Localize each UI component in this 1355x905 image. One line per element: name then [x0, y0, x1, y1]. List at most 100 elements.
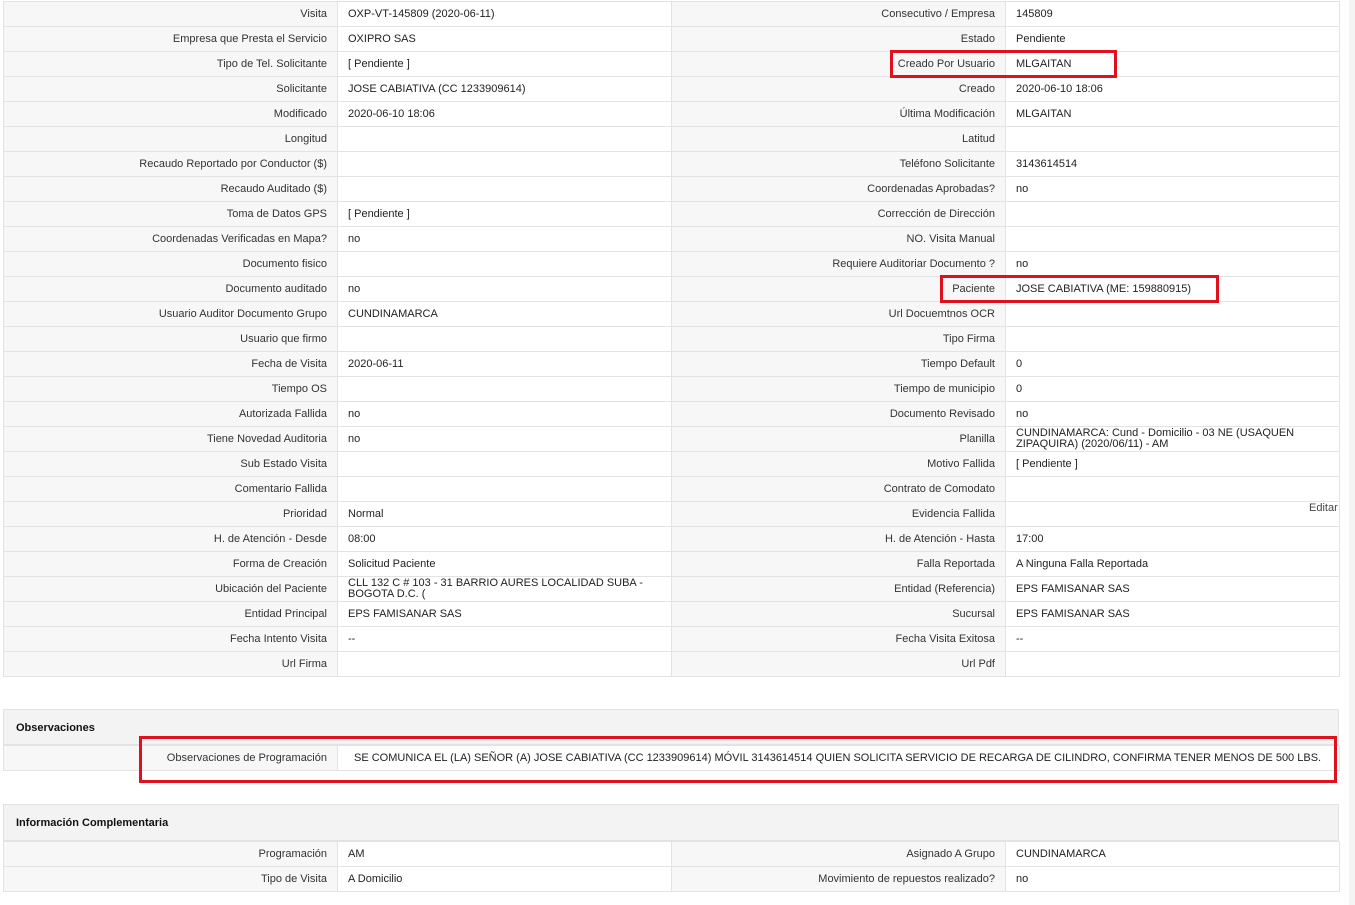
consecutivo-empresa-value: 145809	[1005, 1, 1340, 27]
h-de-atencion-desde-value: 08:00	[337, 526, 672, 552]
latitud-value	[1005, 126, 1340, 152]
table-row: Recaudo Reportado por Conductor ($) Teléf…	[3, 151, 1340, 177]
h-de-atencion-hasta-value: 17:00	[1005, 526, 1340, 552]
url-pdf-label: Url Pdf	[671, 651, 1006, 677]
documento-fisico-label: Documento fisico	[3, 251, 338, 277]
paciente-label: Paciente	[671, 276, 1006, 302]
contrato-de-comodato-label: Contrato de Comodato	[671, 476, 1006, 502]
table-row: Prioridad Normal Evidencia Fallida	[3, 501, 1340, 527]
table-row: Usuario Auditor Documento Grupo CUNDINAMA…	[3, 301, 1340, 327]
latitud-label: Latitud	[671, 126, 1006, 152]
entidad-principal-label: Entidad Principal	[3, 601, 338, 627]
table-row: Fecha Intento Visita -- Fecha Visita Exit…	[3, 626, 1340, 652]
info-complementaria-title: Información Complementaria	[16, 817, 169, 829]
table-row: Sub Estado Visita Motivo Fallida[ Pendien…	[3, 451, 1340, 477]
motivo-fallida-value: [ Pendiente ]	[1005, 451, 1340, 477]
creado-por-usuario-label: Creado Por Usuario	[671, 51, 1006, 77]
planilla-value: CUNDINAMARCA: Cund - Domicilio - 03 NE (…	[1005, 426, 1340, 452]
table-row: Usuario que firmo Tipo Firma	[3, 326, 1340, 352]
observaciones-table: Observaciones de Programación SE COMUNIC…	[3, 745, 1340, 771]
tiene-novedad-auditoria-label: Tiene Novedad Auditoria	[3, 426, 338, 452]
modificado-value: 2020-06-10 18:06	[337, 101, 672, 127]
comentario-fallida-label: Comentario Fallida	[3, 476, 338, 502]
url-firma-label: Url Firma	[3, 651, 338, 677]
requiere-auditoriar-documento-label: Requiere Auditoriar Documento ?	[671, 251, 1006, 277]
info-complementaria-header: Información Complementaria	[3, 804, 1339, 841]
falla-reportada-label: Falla Reportada	[671, 551, 1006, 577]
url-pdf-value	[1005, 651, 1340, 677]
no-visita-manual-label: NO. Visita Manual	[671, 226, 1006, 252]
table-row: Coordenadas Verificadas en Mapa? no NO. V…	[3, 226, 1340, 252]
edit-link[interactable]: Editar	[1309, 502, 1338, 514]
entidad-referencia-value: EPS FAMISANAR SAS	[1005, 576, 1340, 602]
tiempo-de-municipio-label: Tiempo de municipio	[671, 376, 1006, 402]
observaciones-programacion-label: Observaciones de Programación	[3, 745, 338, 771]
prioridad-label: Prioridad	[3, 501, 338, 527]
recaudo-reportado-por-conductor-value	[337, 151, 672, 177]
table-row: Documento fisico Requiere Auditoriar Docu…	[3, 251, 1340, 277]
programacion-label: Programación	[3, 841, 338, 867]
tiempo-default-label: Tiempo Default	[671, 351, 1006, 377]
tiene-novedad-auditoria-value: no	[337, 426, 672, 452]
motivo-fallida-label: Motivo Fallida	[671, 451, 1006, 477]
sucursal-value: EPS FAMISANAR SAS	[1005, 601, 1340, 627]
table-row: Solicitante JOSE CABIATIVA (CC 1233909614…	[3, 76, 1340, 102]
evidencia-fallida-value	[1005, 501, 1340, 527]
coordenadas-verificadas-en-mapa-value: no	[337, 226, 672, 252]
tipo-de-visita-value: A Domicilio	[337, 866, 672, 892]
autorizada-fallida-label: Autorizada Fallida	[3, 401, 338, 427]
table-row: Forma de Creación Solicitud Paciente Falla…	[3, 551, 1340, 577]
tipo-de-visita-label: Tipo de Visita	[3, 866, 338, 892]
modificado-label: Modificado	[3, 101, 338, 127]
table-row: Documento auditado no Paciente JOSE CABIAT…	[3, 276, 1340, 302]
documento-auditado-label: Documento auditado	[3, 276, 338, 302]
consecutivo-empresa-label: Consecutivo / Empresa	[671, 1, 1006, 27]
table-row: Entidad Principal EPS FAMISANAR SAS Sucurs…	[3, 601, 1340, 627]
sucursal-label: Sucursal	[671, 601, 1006, 627]
scrollbar-track[interactable]	[1349, 0, 1355, 905]
asignado-a-grupo-value: CUNDINAMARCA	[1005, 841, 1340, 867]
fecha-de-visita-value: 2020-06-11	[337, 351, 672, 377]
tipo-firma-value	[1005, 326, 1340, 352]
table-row: Recaudo Auditado ($) Coordenadas Aprobada…	[3, 176, 1340, 202]
table-row: Url Firma Url Pdf	[3, 651, 1340, 677]
info-complementaria-table: Programación AM Asignado A Grupo CUNDINAMAR…	[3, 841, 1340, 892]
table-row: Longitud Latitud	[3, 126, 1340, 152]
creado-label: Creado	[671, 76, 1006, 102]
recaudo-reportado-por-conductor-label: Recaudo Reportado por Conductor ($)	[3, 151, 338, 177]
usuario-que-firmo-value	[337, 326, 672, 352]
comentario-fallida-value	[337, 476, 672, 502]
h-de-atencion-hasta-label: H. de Atención - Hasta	[671, 526, 1006, 552]
correccion-de-direccion-label: Corrección de Dirección	[671, 201, 1006, 227]
entidad-referencia-label: Entidad (Referencia)	[671, 576, 1006, 602]
requiere-auditoriar-documento-value: no	[1005, 251, 1340, 277]
correccion-de-direccion-value	[1005, 201, 1340, 227]
paciente-value: JOSE CABIATIVA (ME: 159880915)	[1005, 276, 1340, 302]
toma-de-datos-gps-value: [ Pendiente ]	[337, 201, 672, 227]
contrato-de-comodato-value	[1005, 476, 1340, 502]
ultima-modificacion-value: MLGAITAN	[1005, 101, 1340, 127]
table-row: Tipo de Tel. Solicitante[ Pendiente ] Cre…	[3, 51, 1340, 77]
tiempo-default-value: 0	[1005, 351, 1340, 377]
table-row: Tiene Novedad Auditoria no Planilla CUNDIN…	[3, 426, 1340, 452]
url-docuemtnos-ocr-label: Url Docuemtnos OCR	[671, 301, 1006, 327]
telefono-solicitante-label: Teléfono Solicitante	[671, 151, 1006, 177]
table-row: Ubicación del Paciente CLL 132 C # 103 - …	[3, 576, 1340, 602]
coordenadas-aprobadas-label: Coordenadas Aprobadas?	[671, 176, 1006, 202]
planilla-label: Planilla	[671, 426, 1006, 452]
usuario-auditor-documento-grupo-value: CUNDINAMARCA	[337, 301, 672, 327]
documento-auditado-value: no	[337, 276, 672, 302]
table-row: Toma de Datos GPS[ Pendiente ] Corrección…	[3, 201, 1340, 227]
fecha-de-visita-label: Fecha de Visita	[3, 351, 338, 377]
fecha-intento-visita-label: Fecha Intento Visita	[3, 626, 338, 652]
table-row: Autorizada Fallida no Documento Revisado …	[3, 401, 1340, 427]
tiempo-os-label: Tiempo OS	[3, 376, 338, 402]
observaciones-title: Observaciones	[16, 722, 95, 734]
usuario-que-firmo-label: Usuario que firmo	[3, 326, 338, 352]
autorizada-fallida-value: no	[337, 401, 672, 427]
prioridad-value: Normal	[337, 501, 672, 527]
forma-de-creacion-value: Solicitud Paciente	[337, 551, 672, 577]
visita-value: OXP-VT-145809 (2020-06-11)	[337, 1, 672, 27]
tipo-firma-label: Tipo Firma	[671, 326, 1006, 352]
tiempo-os-value	[337, 376, 672, 402]
